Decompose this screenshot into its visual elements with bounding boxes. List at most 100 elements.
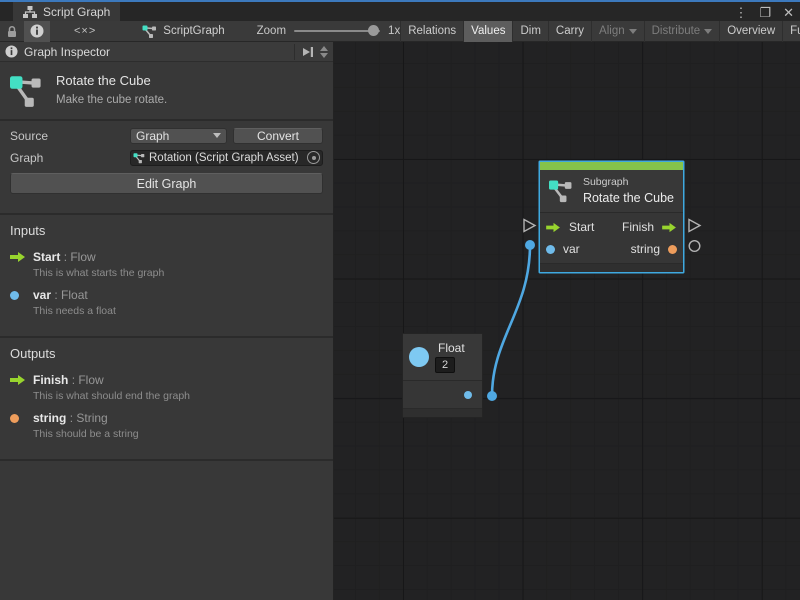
graph-settings: Source Graph Convert Graph	[0, 121, 333, 213]
chevron-down-icon	[213, 133, 221, 138]
graph-field-label: Graph	[10, 151, 130, 165]
inputs-section: Inputs Start : Flow This is what starts …	[0, 215, 333, 336]
carry-button[interactable]: Carry	[548, 21, 591, 42]
float-node[interactable]: Float 2	[402, 333, 483, 418]
chevron-down-icon	[704, 29, 712, 34]
full-screen-button[interactable]: Full Screen	[782, 21, 800, 42]
flow-arrow-icon	[10, 373, 33, 402]
scrub-down-icon[interactable]	[320, 53, 328, 58]
float-port-icon	[546, 245, 555, 254]
tab-label: Script Graph	[43, 5, 110, 19]
angle-x-icon: <×>	[74, 25, 96, 37]
port-start[interactable]: Start	[546, 220, 594, 234]
value-output-connector-icon[interactable]	[689, 241, 700, 252]
float-output-port[interactable]	[464, 391, 472, 399]
connection-edge[interactable]	[492, 245, 530, 396]
source-label: Source	[10, 129, 130, 143]
zoom-slider[interactable]	[294, 30, 380, 32]
distribute-dropdown[interactable]: Distribute	[644, 21, 720, 42]
window-controls: ⋮ ❐ ✕	[734, 3, 794, 21]
flow-input-connector-icon[interactable]	[524, 220, 535, 232]
outputs-title: Outputs	[10, 346, 323, 361]
scrubber-icon[interactable]	[320, 46, 328, 58]
overview-button[interactable]: Overview	[719, 21, 782, 42]
edge-target-dot[interactable]	[525, 240, 535, 250]
flow-arrow-icon	[546, 222, 561, 233]
toolbar-buttons: Relations Values Dim Carry Align Distrib…	[400, 21, 800, 42]
dock-right-icon[interactable]	[302, 46, 314, 58]
zoom-value: 1x	[388, 25, 400, 37]
inspector-header: Graph Inspector	[0, 42, 333, 62]
float-value-icon	[409, 347, 429, 367]
string-port-icon	[10, 411, 33, 440]
outputs-section: Outputs Finish : Flow This is what shoul…	[0, 338, 333, 459]
current-graph: ScriptGraph	[142, 24, 224, 39]
maximize-icon[interactable]: ❐	[759, 6, 771, 19]
float-port-icon	[10, 288, 33, 317]
close-icon[interactable]: ✕	[783, 6, 794, 19]
zoom-label: Zoom	[257, 25, 286, 37]
list-item: Finish : Flow This is what should end th…	[10, 373, 323, 402]
graph-toolbar: <×> ScriptGraph Zoom 1x Relations Values…	[0, 21, 800, 42]
node-kind-label: Subgraph	[583, 176, 674, 188]
float-value-field[interactable]: 2	[435, 357, 455, 373]
lock-icon	[6, 25, 18, 38]
graph-object-field[interactable]: Rotation (Script Graph Asset)	[130, 150, 323, 166]
port-string[interactable]: string	[631, 242, 677, 256]
subgraph-node[interactable]: Subgraph Rotate the Cube Start Finish	[539, 161, 684, 273]
string-port-icon	[668, 245, 677, 254]
graph-canvas[interactable]: Subgraph Rotate the Cube Start Finish	[334, 42, 800, 600]
script-graph-icon	[133, 152, 146, 164]
inspector-toggle-button[interactable]	[24, 21, 50, 42]
node-title: Rotate the Cube	[583, 191, 674, 205]
edge-source-dot[interactable]	[487, 391, 497, 401]
node-footer	[540, 263, 683, 272]
flow-arrow-icon	[10, 250, 33, 279]
info-icon	[30, 24, 44, 38]
subgraph-node-header[interactable]: Subgraph Rotate the Cube	[540, 170, 683, 212]
chevron-down-icon	[629, 29, 637, 34]
script-graph-icon	[549, 178, 574, 203]
flow-arrow-icon	[662, 222, 677, 233]
inspector-title: Graph Inspector	[24, 45, 288, 59]
source-dropdown[interactable]: Graph	[130, 128, 227, 144]
port-var[interactable]: var	[546, 242, 580, 256]
value-inspect-button[interactable]: <×>	[68, 21, 102, 42]
inputs-title: Inputs	[10, 223, 323, 238]
edit-graph-button[interactable]: Edit Graph	[10, 173, 323, 194]
info-icon	[5, 45, 18, 58]
zoom-control: Zoom 1x	[257, 25, 401, 37]
values-button[interactable]: Values	[463, 21, 512, 42]
float-node-ports	[403, 380, 482, 408]
scrub-up-icon[interactable]	[320, 46, 328, 51]
menu-icon[interactable]: ⋮	[734, 6, 747, 19]
node-title: Float	[435, 341, 465, 355]
graph-summary: Make the cube rotate.	[56, 94, 167, 106]
align-dropdown[interactable]: Align	[591, 21, 644, 42]
canvas-overlay	[334, 42, 800, 600]
graph-window-icon	[23, 6, 37, 18]
script-graph-window: Script Graph ⋮ ❐ ✕ <×>	[0, 0, 800, 600]
dim-button[interactable]: Dim	[512, 21, 547, 42]
script-graph-asset-icon	[10, 73, 44, 109]
node-accent-bar	[540, 162, 683, 170]
list-item: string : String This should be a string	[10, 411, 323, 440]
tab-bar: Script Graph ⋮ ❐ ✕	[0, 0, 800, 21]
graph-title-block: Rotate the Cube Make the cube rotate.	[0, 62, 333, 119]
lock-button[interactable]	[0, 21, 24, 42]
list-item: var : Float This needs a float	[10, 288, 323, 317]
tab-script-graph[interactable]: Script Graph	[13, 2, 120, 21]
flow-output-connector-icon[interactable]	[689, 220, 700, 232]
graph-title: Rotate the Cube	[56, 73, 167, 88]
relations-button[interactable]: Relations	[400, 21, 463, 42]
inspector-header-controls	[294, 44, 328, 60]
list-item: Start : Flow This is what starts the gra…	[10, 250, 323, 279]
port-finish[interactable]: Finish	[622, 220, 677, 234]
convert-button[interactable]: Convert	[233, 128, 323, 144]
zoom-slider-handle[interactable]	[368, 25, 379, 36]
current-graph-label: ScriptGraph	[163, 25, 224, 37]
graph-inspector-panel: Graph Inspector	[0, 42, 334, 600]
object-picker-icon[interactable]	[307, 151, 320, 164]
float-node-header[interactable]: Float 2	[403, 334, 482, 380]
script-graph-icon	[142, 24, 158, 39]
